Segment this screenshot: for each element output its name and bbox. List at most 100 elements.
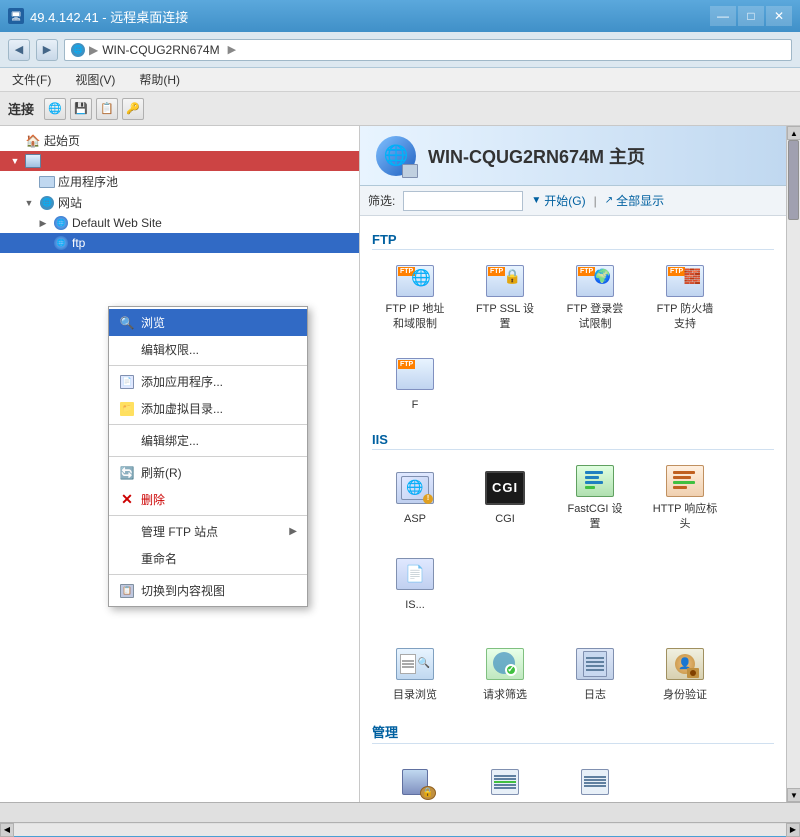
menu-file[interactable]: 文件(F) xyxy=(8,69,55,90)
ctx-switch-view-icon: 📋 xyxy=(119,583,135,599)
maximize-button[interactable]: □ xyxy=(738,6,764,26)
dir-browse-icon: 🔍 xyxy=(395,644,435,684)
tree-item-apppool[interactable]: 应用程序池 xyxy=(0,171,359,192)
toolbar-globe-btn[interactable]: 🌐 xyxy=(44,98,66,120)
ftp-extra-icon: FTP xyxy=(395,354,435,394)
ctx-edit-perms-icon xyxy=(119,342,135,358)
ftp-tree-icon: 🌐 xyxy=(53,235,69,251)
fastcgi-label: FastCGI 设置 xyxy=(567,502,622,531)
title-bar-buttons: — □ ✕ xyxy=(710,6,792,26)
ctx-browse[interactable]: 🔍 浏览 xyxy=(109,309,307,336)
ctx-browse-label: 浏览 xyxy=(141,314,165,331)
cgi-label: CGI xyxy=(495,512,515,526)
menu-view[interactable]: 视图(V) xyxy=(71,69,119,90)
home-icon: 🏠 xyxy=(25,133,41,149)
address-globe-icon: 🌐 xyxy=(71,43,85,57)
back-button[interactable]: ◀ xyxy=(8,39,30,61)
ctx-add-app[interactable]: 📄 添加应用程序... xyxy=(109,368,307,395)
feature-auth[interactable]: 👤 身份验证 xyxy=(642,632,728,714)
scroll-down-arrow[interactable]: ▼ xyxy=(787,788,800,802)
ctx-delete[interactable]: ✕ 删除 xyxy=(109,486,307,513)
expander-default-site: ▶ xyxy=(36,216,50,230)
minimize-button[interactable]: — xyxy=(710,6,736,26)
toolbar-key-btn[interactable]: 🔑 xyxy=(122,98,144,120)
default-site-icon: 🌐 xyxy=(53,215,69,231)
feature-ftp-login[interactable]: FTP 🌍 FTP 登录尝试限制 xyxy=(552,256,638,338)
feature-config-editor[interactable]: 配置编辑器 xyxy=(552,750,638,802)
asp-icon: 🌐 ! xyxy=(395,468,435,508)
ctx-manage-ftp[interactable]: 管理 FTP 站点 ▶ xyxy=(109,518,307,545)
address-bar: ◀ ▶ 🌐 ▶ WIN-CQUG2RN674M ▶ xyxy=(0,32,800,68)
iis-grid-2: 🔍 目录浏览 ✓ xyxy=(372,632,774,714)
feature-delegate[interactable]: 🔒 功能委派 xyxy=(372,750,458,802)
ctx-refresh-icon: 🔄 xyxy=(119,465,135,481)
start-label: 开始(G) xyxy=(544,192,585,209)
tree-label-home: 起始页 xyxy=(44,132,80,149)
filter-input[interactable] xyxy=(403,191,523,211)
feature-ftp-ip[interactable]: FTP 🌐 FTP IP 地址和域限制 xyxy=(372,256,458,338)
ctx-browse-icon: 🔍 xyxy=(119,315,135,331)
ctx-edit-binding[interactable]: 编辑绑定... xyxy=(109,427,307,454)
expander-apppool xyxy=(22,175,36,189)
close-button[interactable]: ✕ xyxy=(766,6,792,26)
feature-asp[interactable]: 🌐 ! ASP xyxy=(372,456,458,538)
start-icon: ▼ xyxy=(531,195,541,206)
toolbar-refresh-btn[interactable]: 📋 xyxy=(96,98,118,120)
filter-bar: 筛选: ▼ 开始(G) | ↗ 全部显示 xyxy=(360,186,786,216)
ctx-switch-view[interactable]: 📋 切换到内容视图 xyxy=(109,577,307,604)
ctx-add-vdir[interactable]: 📁 添加虚拟目录... xyxy=(109,395,307,422)
iis-header: 🌐 WIN-CQUG2RN674M 主页 xyxy=(360,126,786,186)
iis-header-title: WIN-CQUG2RN674M 主页 xyxy=(428,143,645,169)
feature-is[interactable]: 📄 IS... xyxy=(372,542,458,624)
ctx-delete-icon: ✕ xyxy=(119,492,135,508)
scrollbar[interactable]: ▲ ▼ xyxy=(786,126,800,802)
feature-log[interactable]: 日志 xyxy=(552,632,638,714)
ctx-add-vdir-icon: 📁 xyxy=(119,401,135,417)
feature-fastcgi[interactable]: FastCGI 设置 xyxy=(552,456,638,538)
scroll-up-arrow[interactable]: ▲ xyxy=(787,126,800,140)
tree-item-ftp[interactable]: 🌐 ftp xyxy=(0,233,359,253)
tree-item-websites[interactable]: ▼ 🌐 网站 xyxy=(0,192,359,213)
horizontal-scrollbar[interactable]: ◀ ▶ xyxy=(0,822,800,836)
feature-dir-browse[interactable]: 🔍 目录浏览 xyxy=(372,632,458,714)
expander-ftp xyxy=(36,236,50,250)
feature-shared-config[interactable]: 共享的配置 xyxy=(462,750,548,802)
scroll-right-arrow[interactable]: ▶ xyxy=(786,823,800,837)
ctx-rename[interactable]: 重命名 xyxy=(109,545,307,572)
show-all-label: 全部显示 xyxy=(616,192,664,209)
feature-ftp-ssl[interactable]: FTP 🔒 FTP SSL 设置 xyxy=(462,256,548,338)
ftp-login-label: FTP 登录尝试限制 xyxy=(567,302,624,331)
dir-browse-label: 目录浏览 xyxy=(393,688,437,702)
feature-cgi[interactable]: CGI CGI xyxy=(462,456,548,538)
asp-label: ASP xyxy=(404,512,426,526)
ctx-sep-4 xyxy=(109,515,307,516)
tree-item-home[interactable]: 🏠 起始页 xyxy=(0,130,359,151)
toolbar-save-btn[interactable]: 💾 xyxy=(70,98,92,120)
show-all-button[interactable]: ↗ 全部显示 xyxy=(605,192,664,209)
ctx-edit-perms[interactable]: 编辑权限... xyxy=(109,336,307,363)
scroll-left-arrow[interactable]: ◀ xyxy=(0,823,14,837)
feature-http[interactable]: HTTP 响应标头 xyxy=(642,456,728,538)
expander-server: ▼ xyxy=(8,154,22,168)
feature-request-filter[interactable]: ✓ 请求筛选 xyxy=(462,632,548,714)
config-editor-icon xyxy=(575,762,615,802)
request-filter-label: 请求筛选 xyxy=(483,688,527,702)
ftp-firewall-label: FTP 防火墙支持 xyxy=(657,302,714,331)
auth-label: 身份验证 xyxy=(663,688,707,702)
log-label: 日志 xyxy=(584,688,606,702)
tree-item-default-site[interactable]: ▶ 🌐 Default Web Site xyxy=(0,213,359,233)
tree-item-server[interactable]: ▼ xyxy=(0,151,359,171)
ctx-sep-3 xyxy=(109,456,307,457)
ctx-refresh[interactable]: 🔄 刷新(R) xyxy=(109,459,307,486)
feature-ftp-firewall[interactable]: FTP 🧱 FTP 防火墙支持 xyxy=(642,256,728,338)
ftp-ip-label: FTP IP 地址和域限制 xyxy=(386,302,445,331)
expander-websites: ▼ xyxy=(22,196,36,210)
forward-button[interactable]: ▶ xyxy=(36,39,58,61)
menu-help[interactable]: 帮助(H) xyxy=(135,69,184,90)
feature-ftp-extra[interactable]: FTP F xyxy=(372,342,458,424)
scroll-thumb[interactable] xyxy=(788,140,799,220)
section-ftp: FTP xyxy=(372,232,774,250)
ftp-login-icon: FTP 🌍 xyxy=(575,263,615,298)
title-bar: 🖥 49.4.142.41 - 远程桌面连接 — □ ✕ xyxy=(0,0,800,32)
start-button[interactable]: ▼ 开始(G) xyxy=(531,192,585,209)
